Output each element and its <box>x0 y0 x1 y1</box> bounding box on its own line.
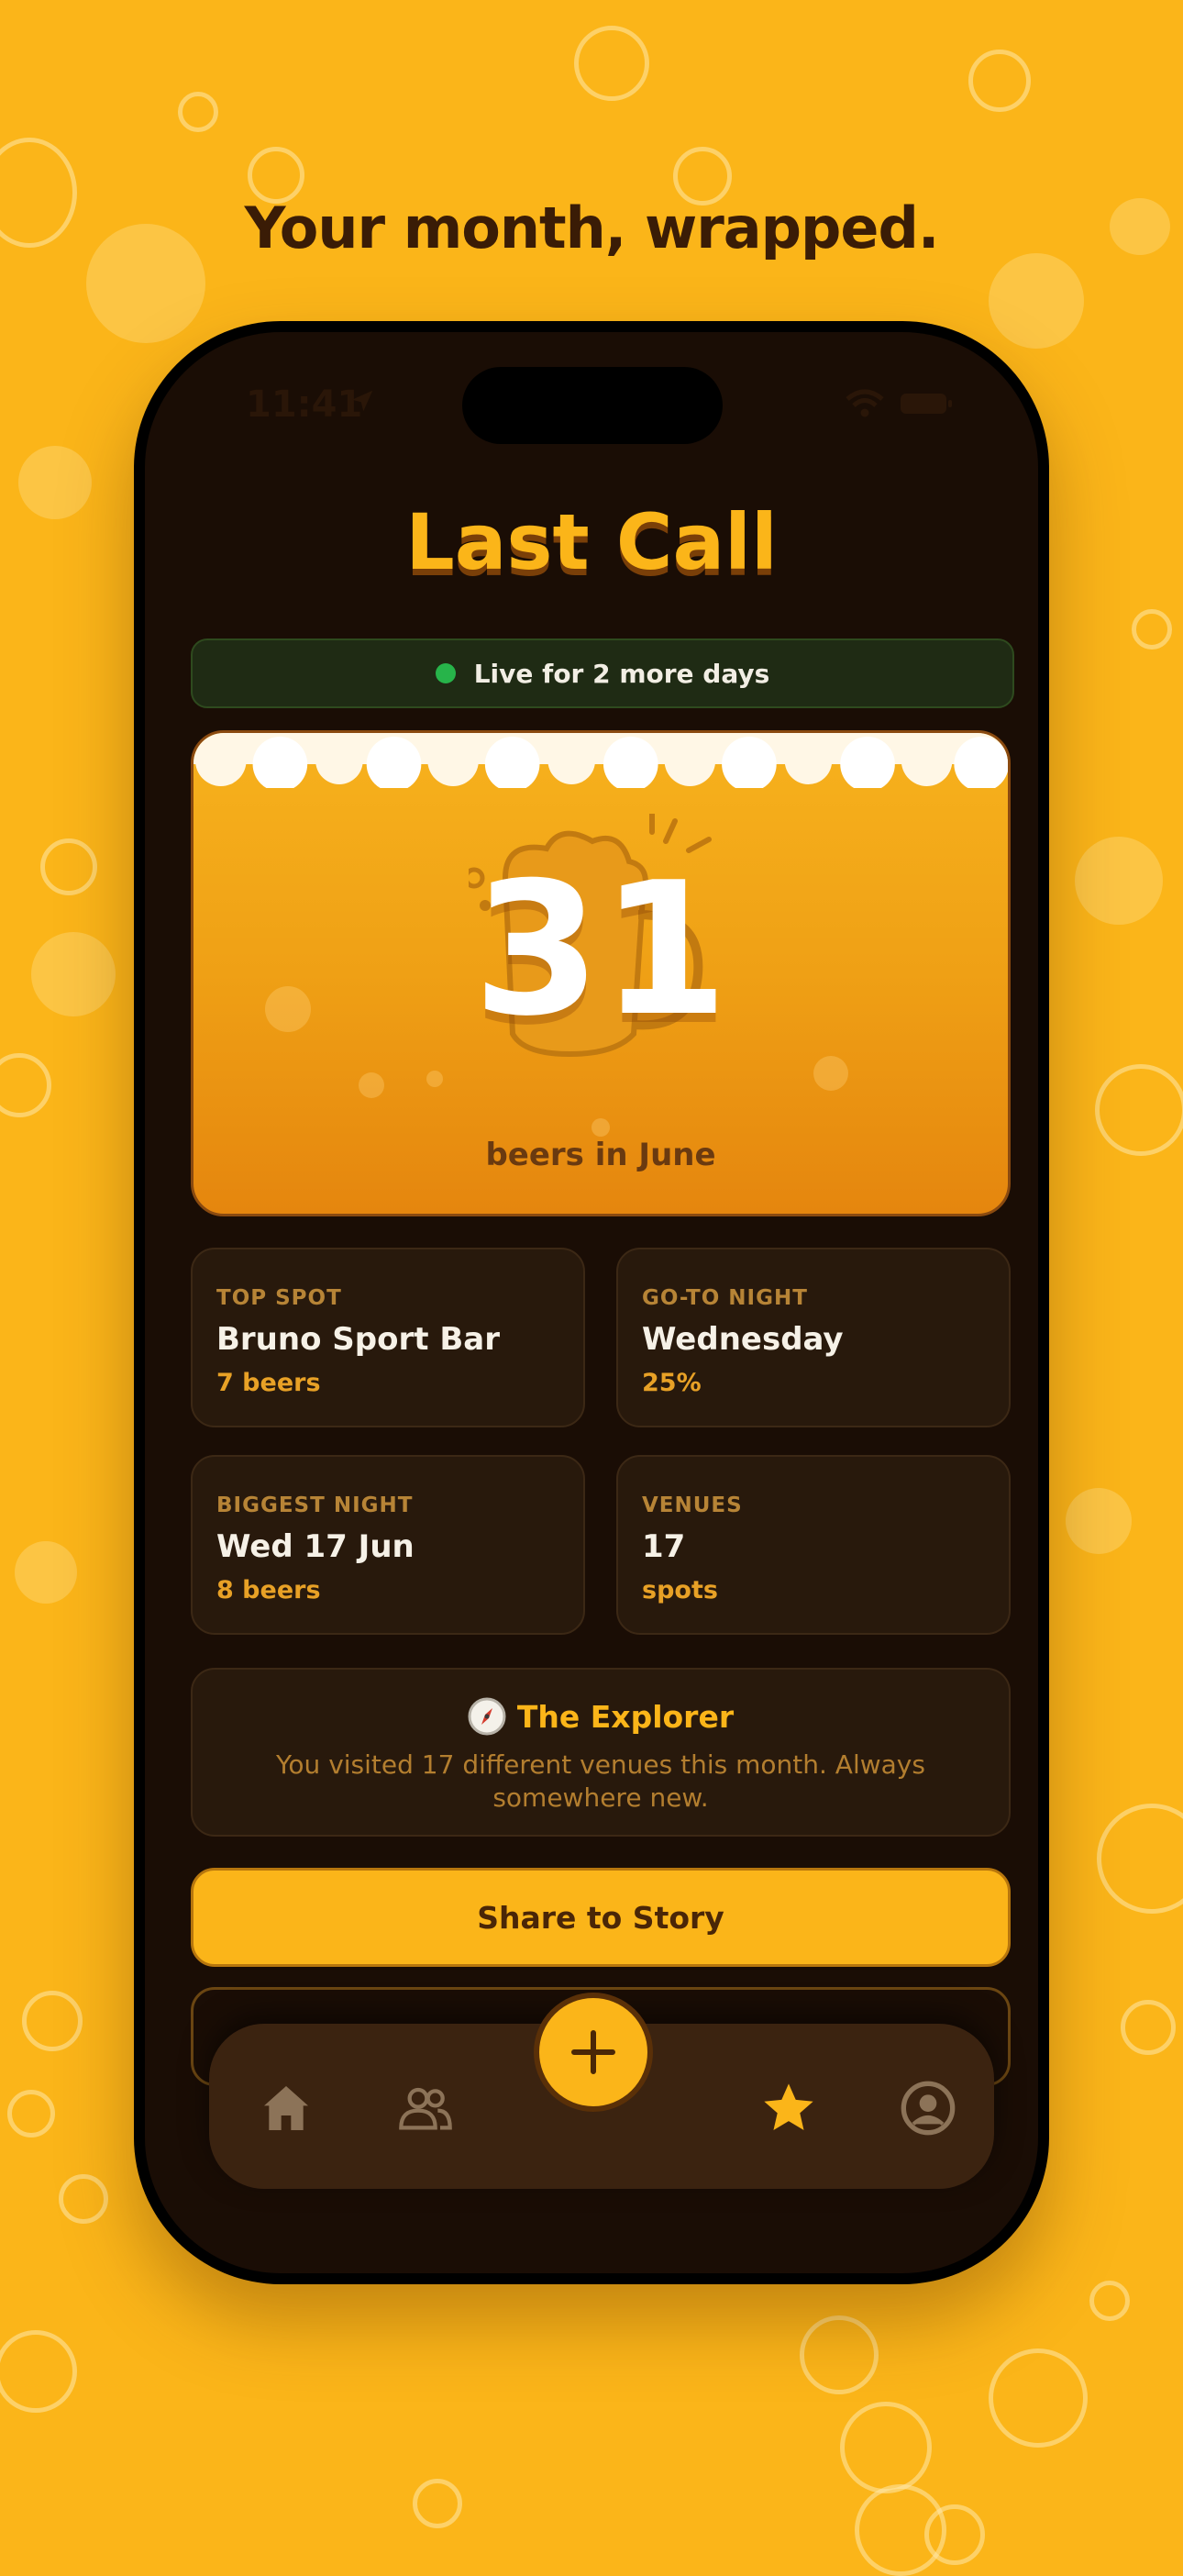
badge-title-row: The Explorer <box>193 1697 1009 1736</box>
profile-icon[interactable] <box>899 2079 957 2137</box>
stat-sub: 25% <box>642 1369 702 1397</box>
phone-frame: 11:41 Last Call Live for 2 more days 31 … <box>134 321 1049 2284</box>
stat-card-venues: VENUES 17 spots <box>616 1455 1011 1635</box>
stat-sub: spots <box>642 1576 718 1604</box>
live-status-dot <box>435 663 456 683</box>
beer-count: 31 <box>472 843 729 1057</box>
stat-sub: 8 beers <box>216 1576 321 1604</box>
stat-card-go-to-night: GO-TO NIGHT Wednesday 25% <box>616 1248 1011 1427</box>
stat-label: GO-TO NIGHT <box>642 1286 808 1310</box>
stat-sub: 7 beers <box>216 1369 321 1397</box>
add-icon <box>571 2030 615 2074</box>
phone-screen: 11:41 Last Call Live for 2 more days 31 … <box>145 332 1038 2273</box>
hero-card: 31 beers in June <box>191 730 1011 1216</box>
beer-count-caption: beers in June <box>485 1137 716 1173</box>
badge-card: The Explorer You visited 17 different ve… <box>191 1668 1011 1837</box>
stat-value: Wednesday <box>642 1321 844 1358</box>
app-title: Last Call <box>405 497 778 587</box>
wifi-icon <box>846 389 884 417</box>
stat-card-top-spot: TOP SPOT Bruno Sport Bar 7 beers <box>191 1248 585 1427</box>
share-to-story-button[interactable]: Share to Story <box>191 1868 1011 1967</box>
stat-value: 17 <box>642 1528 686 1565</box>
battery-icon <box>901 394 952 414</box>
add-beer-button[interactable] <box>534 1993 653 2112</box>
badge-title: The Explorer <box>516 1698 735 1735</box>
stat-value: Wed 17 Jun <box>216 1528 415 1565</box>
page-headline: Your month, wrapped. <box>244 194 940 261</box>
status-time: 11:41 <box>246 383 363 426</box>
location-arrow-icon <box>351 390 373 412</box>
stat-label: BIGGEST NIGHT <box>216 1493 414 1517</box>
friends-icon[interactable] <box>396 2079 455 2137</box>
stat-card-biggest-night: BIGGEST NIGHT Wed 17 Jun 8 beers <box>191 1455 585 1635</box>
beer-foam <box>193 733 1008 788</box>
compass-icon <box>468 1697 506 1736</box>
star-icon[interactable] <box>759 2079 818 2137</box>
stat-label: TOP SPOT <box>216 1286 342 1310</box>
live-banner: Live for 2 more days <box>191 638 1014 708</box>
stat-value: Bruno Sport Bar <box>216 1321 500 1358</box>
badge-description: You visited 17 different venues this mon… <box>276 1749 925 1813</box>
dynamic-island <box>462 367 723 444</box>
stat-label: VENUES <box>642 1493 743 1517</box>
home-icon[interactable] <box>257 2079 315 2137</box>
live-banner-text: Live for 2 more days <box>473 658 770 689</box>
status-icons <box>846 389 954 418</box>
